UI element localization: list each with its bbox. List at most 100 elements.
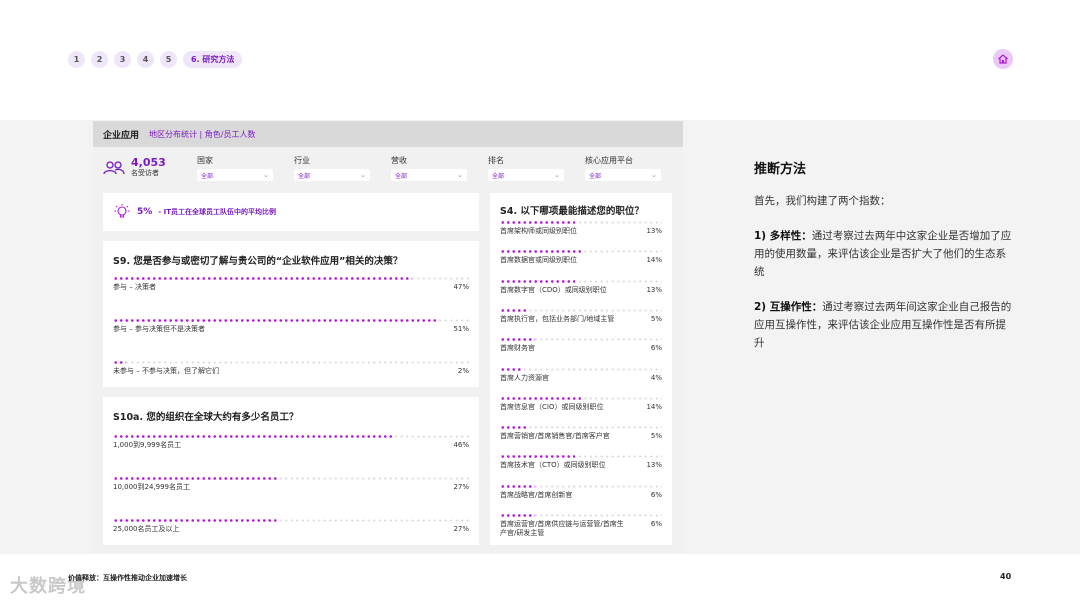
dashboard-panel: 企业应用 地区分布统计 | 角色/员工人数 4,053 名受访者 国家 全部 ⌄ … <box>93 121 683 553</box>
row-label: 首席战略官/首席创新官 <box>500 490 573 499</box>
row-value: 4% <box>650 373 662 382</box>
row-label: 未参与 – 不参与决策，但了解它们 <box>113 367 219 375</box>
section-nav: 1 2 3 4 5 6. 研究方法 <box>68 51 243 68</box>
row-label: 参与 – 参与决策但不是决策者 <box>113 325 205 333</box>
filter-label: 排名 <box>488 156 504 165</box>
method-interop: 2) 互操作性：通过考察过去两年间这家企业自己报告的应用互操作性，来评估该企业应… <box>754 298 1016 352</box>
filter-select[interactable]: 全部 ⌄ <box>391 169 467 181</box>
row-label: 首席运营官/首席供应链与运营管/首席生产官/研发主管 <box>500 520 624 537</box>
bar-value <box>113 361 126 364</box>
row-value: 13% <box>646 461 662 470</box>
row-value: 46% <box>453 441 469 449</box>
row-label: 首席数字官（CDO）或同级别职位 <box>500 285 607 294</box>
filter-select[interactable]: 全部 ⌄ <box>294 169 370 181</box>
visitors-label: 名受访者 <box>131 169 159 177</box>
filter-value: 全部 <box>492 172 505 180</box>
row-value: 2% <box>457 367 469 375</box>
row-value: 51% <box>453 325 469 333</box>
bar-value <box>500 308 529 312</box>
row-label: 首席财务官 <box>500 344 535 353</box>
interop-heading: 2) 互操作性： <box>754 301 823 313</box>
row-value: 13% <box>646 227 662 235</box>
nav-item-5[interactable]: 5 <box>160 51 177 68</box>
bar-value <box>500 221 575 224</box>
bar-value <box>113 319 437 322</box>
dashboard-header: 企业应用 地区分布统计 | 角色/员工人数 <box>93 121 683 147</box>
visitors-count: 4,053 <box>131 156 166 169</box>
row-value: 13% <box>646 285 662 294</box>
nav-item-3[interactable]: 3 <box>114 51 131 68</box>
row-value: 6% <box>650 490 662 499</box>
row-value: 5% <box>650 432 662 441</box>
filter-value: 全部 <box>298 172 311 180</box>
s10a-card: S10a. 您的组织在全球大约有多少名员工？ 1,000到9,999名员工 46%… <box>103 397 479 545</box>
method-title: 推断方法 <box>754 162 807 177</box>
filter-select[interactable]: 全部 ⌄ <box>585 169 661 181</box>
chevron-down-icon: ⌄ <box>651 171 657 179</box>
home-button[interactable] <box>993 49 1013 69</box>
row-label: 1,000到9,999名员工 <box>113 441 182 449</box>
filter-select[interactable]: 全部 ⌄ <box>488 169 564 181</box>
chevron-down-icon: ⌄ <box>554 171 560 179</box>
bar-value <box>113 519 279 522</box>
lightbulb-icon <box>114 204 130 218</box>
footer-text: 价值释放：互操作性推动企业加速增长 <box>68 574 187 582</box>
row-value: 47% <box>453 283 469 291</box>
s9-title: S9. 您是否参与或密切了解与贵公司的“企业软件应用”相关的决策？ <box>113 256 403 267</box>
chevron-down-icon: ⌄ <box>457 171 463 179</box>
filter-country: 国家 全部 ⌄ <box>197 155 273 181</box>
method-intro: 首先，我们构建了两个指数： <box>754 195 891 207</box>
bar-value <box>113 477 279 480</box>
filter-select[interactable]: 全部 ⌄ <box>197 169 273 181</box>
home-icon <box>998 54 1008 64</box>
chevron-down-icon: ⌄ <box>360 171 366 179</box>
highlight-percent: 5% <box>137 207 153 217</box>
bar-value <box>500 279 575 283</box>
bar-value <box>500 367 523 371</box>
page-number: 40 <box>1000 572 1012 581</box>
row-value: 5% <box>650 314 662 323</box>
filter-revenue: 营收 全部 ⌄ <box>391 155 467 181</box>
filter-label: 行业 <box>294 156 310 165</box>
bar-value <box>113 435 395 438</box>
dashboard-title: 企业应用 <box>103 130 140 141</box>
filter-industry: 行业 全部 ⌄ <box>294 155 370 181</box>
nav-item-active[interactable]: 6. 研究方法 <box>183 51 243 68</box>
bar-track <box>500 367 662 371</box>
filter-value: 全部 <box>589 172 602 180</box>
s10a-title: S10a. 您的组织在全球大约有多少名员工？ <box>113 412 299 423</box>
row-label: 首席营销官/首席销售官/首席客户官 <box>500 432 610 441</box>
row-value: 27% <box>453 525 469 533</box>
bar-value <box>500 426 529 430</box>
filter-value: 全部 <box>395 172 408 180</box>
nav-item-2[interactable]: 2 <box>91 51 108 68</box>
nav-item-1[interactable]: 1 <box>68 51 85 68</box>
filter-label: 核心应用平台 <box>585 156 633 165</box>
row-label: 首席架构师或同级别职位 <box>500 227 577 235</box>
row-label: 参与 – 决策者 <box>113 283 156 291</box>
chevron-down-icon: ⌄ <box>263 171 269 179</box>
highlight-text: - IT员工在全球员工队伍中的平均比例 <box>158 208 277 216</box>
row-value: 27% <box>453 483 469 491</box>
nav-item-4[interactable]: 4 <box>137 51 154 68</box>
row-label: 首席技术官（CTO）或同级别职位 <box>500 461 606 470</box>
people-icon <box>103 160 125 174</box>
filter-label: 国家 <box>197 156 213 165</box>
row-value: 14% <box>646 402 662 411</box>
bar-track <box>113 361 469 364</box>
bar-value <box>500 484 535 488</box>
dashboard-subtitle[interactable]: 地区分布统计 | 角色/员工人数 <box>149 129 255 140</box>
slide: 1 2 3 4 5 6. 研究方法 企业应用 地区分布统计 | 角色/员工人数 … <box>0 0 1080 608</box>
filter-label: 营收 <box>391 156 407 165</box>
row-label: 10,000到24,999名员工 <box>113 483 190 491</box>
bar-value <box>500 396 581 400</box>
row-value: 6% <box>650 344 662 353</box>
row-value: 6% <box>650 520 662 528</box>
filter-rank: 排名 全部 ⌄ <box>488 155 564 181</box>
filter-value: 全部 <box>201 172 214 180</box>
bar-value <box>500 338 535 342</box>
row-label: 首席执行官，包括业务部门/地域主管 <box>500 314 615 323</box>
filter-platform: 核心应用平台 全部 ⌄ <box>585 155 661 181</box>
bar-value <box>500 250 581 254</box>
bar-value <box>500 455 575 459</box>
